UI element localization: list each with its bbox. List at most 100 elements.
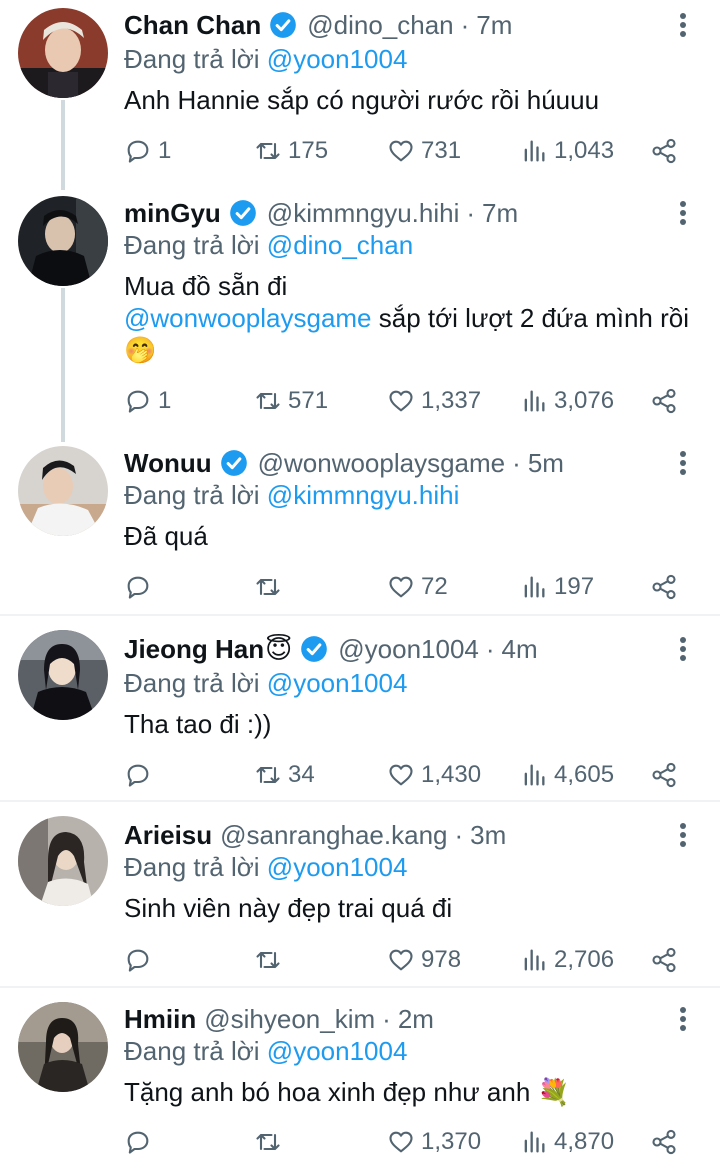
- reply-button[interactable]: [124, 758, 158, 792]
- views-button[interactable]: 1,043: [520, 134, 614, 168]
- reply-button[interactable]: [124, 943, 158, 977]
- retweet-icon: [256, 951, 280, 969]
- like-button[interactable]: 978: [387, 943, 461, 977]
- author-name[interactable]: Chan Chan: [124, 10, 261, 41]
- views-icon: [524, 576, 545, 598]
- author-name[interactable]: minGyu: [124, 198, 221, 229]
- tweet-text-body: Tha tao đi :)): [124, 709, 272, 739]
- like-button[interactable]: 1,430: [387, 758, 481, 792]
- share-button[interactable]: [650, 384, 684, 418]
- like-count: 1,430: [421, 761, 482, 788]
- timestamp[interactable]: 3m: [470, 820, 506, 851]
- tweet-text: Anh Hannie sắp có người rước rồi húuuu: [124, 84, 694, 116]
- verified-badge-icon: [300, 635, 328, 663]
- action-bar: 978 2,706: [124, 943, 684, 977]
- avatar[interactable]: [18, 446, 108, 536]
- retweet-icon: [256, 1133, 280, 1151]
- views-icon: [524, 764, 545, 786]
- views-button[interactable]: 4,605: [520, 758, 614, 792]
- tweet[interactable]: Hmiin @sihyeon_kim · 2m Đang trả lời @yo…: [0, 988, 720, 1172]
- retweet-button[interactable]: [254, 570, 288, 604]
- more-icon[interactable]: [668, 818, 698, 852]
- replying-to: Đang trả lời @yoon1004: [124, 850, 407, 884]
- more-icon[interactable]: [668, 1002, 698, 1036]
- more-icon[interactable]: [668, 446, 698, 480]
- author-name[interactable]: Arieisu: [124, 820, 212, 851]
- timestamp[interactable]: 7m: [482, 198, 518, 229]
- author-handle[interactable]: @yoon1004: [338, 634, 479, 665]
- views-button[interactable]: 2,706: [520, 943, 614, 977]
- views-count: 4,870: [554, 1128, 615, 1155]
- avatar[interactable]: [18, 630, 108, 720]
- views-count: 2,706: [554, 946, 615, 973]
- author-handle[interactable]: @kimmngyu.hihi: [267, 198, 460, 229]
- tweet[interactable]: Jieong Han 😇 @yoon1004 · 4m Đang trả lời …: [0, 616, 720, 800]
- timestamp[interactable]: 5m: [528, 448, 564, 479]
- author-name[interactable]: Hmiin: [124, 1004, 196, 1035]
- reply-count: 1: [158, 387, 172, 414]
- more-icon[interactable]: [668, 196, 698, 230]
- replying-to-mention[interactable]: @dino_chan: [267, 230, 413, 260]
- views-icon: [524, 949, 545, 971]
- timestamp[interactable]: 7m: [476, 10, 512, 41]
- heart-icon: [389, 140, 413, 162]
- author-handle[interactable]: @wonwooplaysgame: [258, 448, 506, 479]
- tweet[interactable]: minGyu @kimmngyu.hihi · 7m Đang trả lời …: [0, 190, 720, 440]
- avatar[interactable]: [18, 196, 108, 286]
- replying-to-mention[interactable]: @yoon1004: [267, 852, 408, 882]
- reply-button[interactable]: 1: [124, 384, 171, 418]
- reply-button[interactable]: 1: [124, 134, 171, 168]
- like-button[interactable]: 1,337: [387, 384, 481, 418]
- views-button[interactable]: 3,076: [520, 384, 614, 418]
- reply-button[interactable]: [124, 570, 158, 604]
- verified-badge-icon: [220, 449, 248, 477]
- like-button[interactable]: 72: [387, 570, 448, 604]
- more-icon[interactable]: [668, 8, 698, 42]
- tweet[interactable]: Arieisu @sanranghae.kang · 3m Đang trả l…: [0, 802, 720, 986]
- replying-to-mention[interactable]: @kimmngyu.hihi: [267, 480, 460, 510]
- author-handle[interactable]: @dino_chan: [307, 10, 453, 41]
- reply-button[interactable]: [124, 1125, 158, 1159]
- author-name[interactable]: Wonuu: [124, 448, 212, 479]
- replying-to-mention[interactable]: @yoon1004: [267, 668, 408, 698]
- timestamp[interactable]: 4m: [502, 634, 538, 665]
- avatar[interactable]: [18, 1002, 108, 1092]
- retweet-button[interactable]: 34: [254, 758, 315, 792]
- replying-to: Đang trả lời @kimmngyu.hihi: [124, 478, 459, 512]
- replying-to-mention[interactable]: @yoon1004: [267, 1036, 408, 1066]
- share-button[interactable]: [650, 1125, 684, 1159]
- retweet-button[interactable]: 571: [254, 384, 328, 418]
- tweet-text: Tặng anh bó hoa xinh đẹp như anh 💐: [124, 1076, 694, 1108]
- author-name[interactable]: Jieong Han: [124, 634, 264, 665]
- share-button[interactable]: [650, 943, 684, 977]
- retweet-button[interactable]: 175: [254, 134, 328, 168]
- tweet-text-body: Đã quá: [124, 521, 208, 551]
- replying-to-mention[interactable]: @yoon1004: [267, 44, 408, 74]
- views-count: 4,605: [554, 761, 615, 788]
- avatar[interactable]: [18, 816, 108, 906]
- separator-dot: ·: [382, 1003, 391, 1034]
- views-icon: [524, 1131, 545, 1153]
- tweet[interactable]: Chan Chan @dino_chan · 7m Đang trả lời @…: [0, 0, 720, 190]
- timestamp[interactable]: 2m: [398, 1004, 434, 1035]
- retweet-button[interactable]: [254, 1125, 288, 1159]
- views-icon: [524, 390, 545, 412]
- more-icon[interactable]: [668, 632, 698, 666]
- author-handle[interactable]: @sihyeon_kim: [204, 1004, 375, 1035]
- author-handle[interactable]: @sanranghae.kang: [220, 820, 447, 851]
- share-button[interactable]: [650, 758, 684, 792]
- action-bar: 72 197: [124, 570, 684, 604]
- replying-to: Đang trả lời @yoon1004: [124, 1034, 407, 1068]
- views-button[interactable]: 197: [520, 570, 594, 604]
- tweet[interactable]: Wonuu @wonwooplaysgame · 5m Đang trả lời…: [0, 440, 720, 614]
- like-button[interactable]: 1,370: [387, 1125, 481, 1159]
- separator-dot: ·: [485, 633, 495, 664]
- share-button[interactable]: [650, 570, 684, 604]
- retweet-icon: [256, 578, 280, 596]
- views-button[interactable]: 4,870: [520, 1125, 614, 1159]
- share-button[interactable]: [650, 134, 684, 168]
- like-button[interactable]: 731: [387, 134, 461, 168]
- retweet-button[interactable]: [254, 943, 288, 977]
- avatar[interactable]: [18, 8, 108, 98]
- text-mention[interactable]: @wonwooplaysgame: [124, 303, 372, 333]
